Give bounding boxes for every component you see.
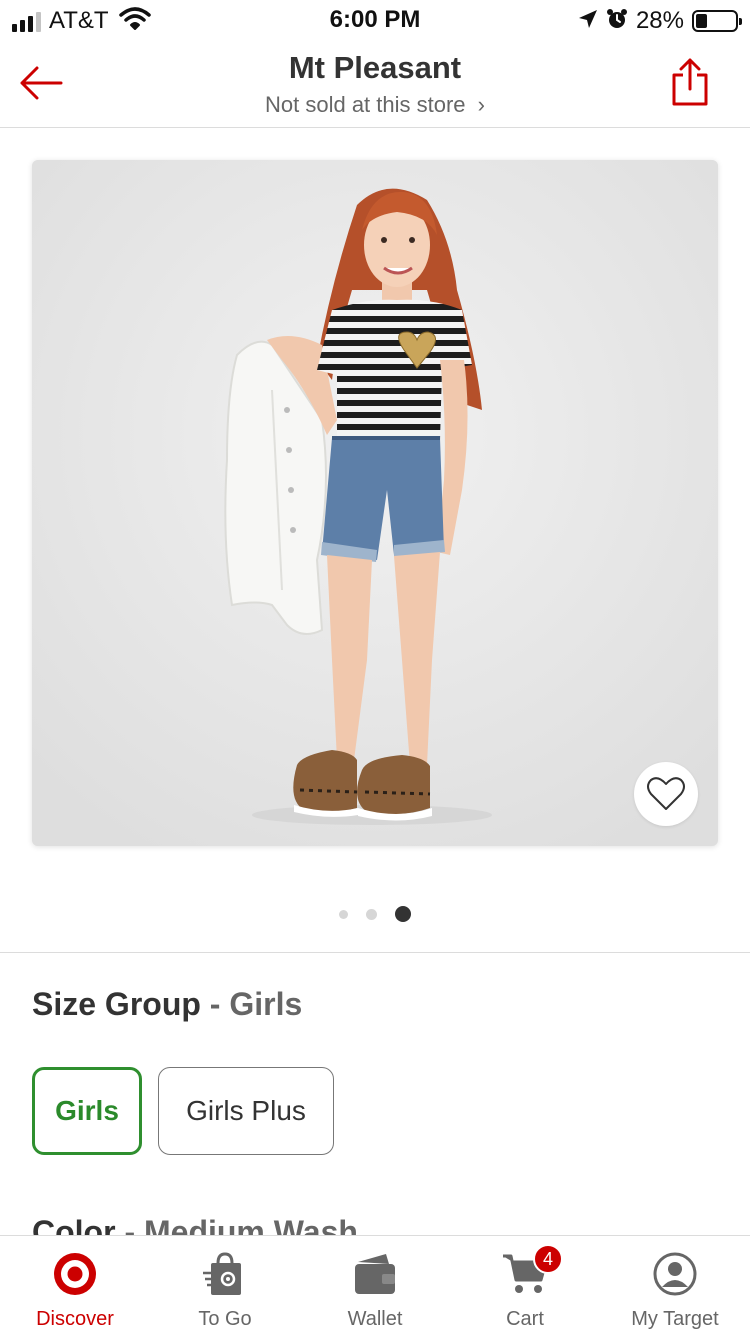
store-availability-text: Not sold at this store [265, 92, 466, 117]
tab-my-target[interactable]: My Target [600, 1236, 750, 1334]
size-option-girls-plus[interactable]: Girls Plus [158, 1067, 334, 1155]
wallet-icon [350, 1250, 400, 1298]
battery-icon [692, 10, 742, 32]
status-right: 28% [578, 6, 742, 36]
tab-wallet-label: Wallet [347, 1308, 403, 1330]
target-logo-icon [50, 1250, 100, 1298]
profile-icon [650, 1250, 700, 1298]
tab-my-target-label: My Target [631, 1308, 719, 1330]
size-group-label: Size Group [32, 986, 201, 1022]
store-name[interactable]: Mt Pleasant [0, 50, 750, 86]
tab-discover[interactable]: Discover [0, 1236, 150, 1334]
tab-to-go[interactable]: To Go [150, 1236, 300, 1334]
share-icon [672, 58, 708, 106]
store-availability[interactable]: Not sold at this store › [0, 92, 750, 118]
carousel-dot[interactable] [395, 906, 411, 922]
size-group-separator: - [200, 986, 230, 1022]
share-button[interactable] [670, 55, 710, 109]
tab-wallet[interactable]: Wallet [300, 1236, 450, 1334]
size-group-heading: Size Group - Girls [32, 986, 302, 1023]
tab-discover-label: Discover [36, 1308, 114, 1330]
battery-level [696, 14, 707, 28]
section-divider [0, 952, 750, 953]
heart-icon [647, 777, 685, 810]
carousel-dot[interactable] [339, 909, 348, 919]
chevron-right-icon: › [477, 92, 485, 117]
battery-percent: 28% [635, 7, 684, 34]
carousel-pager[interactable] [0, 906, 750, 922]
store-header: Mt Pleasant Not sold at this store › [0, 40, 750, 128]
cart-count-badge: 4 [533, 1244, 563, 1274]
product-photo[interactable] [32, 160, 718, 846]
favorite-button[interactable] [634, 762, 698, 826]
location-arrow-icon [578, 9, 598, 34]
carousel-dot[interactable] [366, 908, 377, 920]
tab-to-go-label: To Go [198, 1308, 252, 1330]
product-image-card[interactable] [32, 160, 718, 846]
size-option-girls[interactable]: Girls [32, 1067, 142, 1155]
status-bar: AT&T 6:00 PM 28% [0, 0, 750, 40]
size-group-selected: Girls [229, 986, 303, 1022]
tab-cart[interactable]: 4 Cart [450, 1236, 600, 1334]
tab-cart-label: Cart [506, 1308, 544, 1330]
bottom-tab-bar: Discover To Go Wallet 4 Cart My Target [0, 1235, 750, 1334]
alarm-icon [606, 8, 628, 35]
shopping-bag-icon [200, 1250, 250, 1298]
